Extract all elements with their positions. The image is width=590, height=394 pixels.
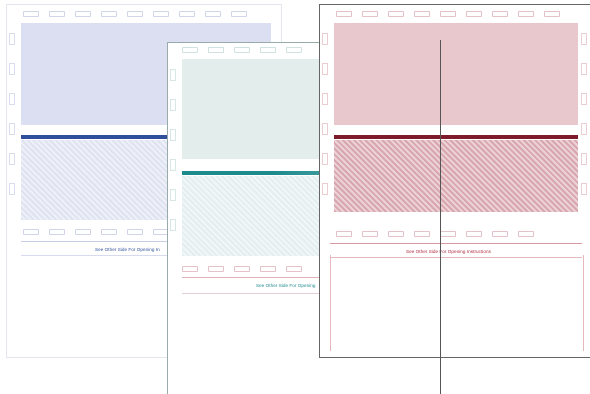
perforation-hole <box>388 11 404 17</box>
security-pattern <box>334 140 578 212</box>
right-hole-column <box>581 33 587 195</box>
side-hole <box>9 183 15 195</box>
perforation-hole <box>466 231 482 237</box>
product-image-stage: See Other Side For Opening In See Other … <box>0 0 590 394</box>
perforation-hole <box>208 266 224 272</box>
side-hole <box>322 183 328 195</box>
perforation-hole <box>362 11 378 17</box>
perforation-hole <box>260 266 276 272</box>
top-hole-row <box>336 11 560 18</box>
side-hole <box>581 123 587 135</box>
perforation-hole <box>414 231 430 237</box>
perforation-hole <box>286 266 302 272</box>
perforation-hole <box>205 11 221 17</box>
perforation-hole <box>466 11 482 17</box>
perforation-hole <box>234 266 250 272</box>
perforation-hole <box>75 11 91 17</box>
left-hole-column <box>9 33 15 195</box>
perforation-hole <box>208 47 224 53</box>
opening-instructions-caption: See Other Side For Opening <box>256 283 316 288</box>
side-hole <box>322 153 328 165</box>
perforation-hole <box>388 231 404 237</box>
side-hole <box>170 219 176 231</box>
perforation-hole <box>49 11 65 17</box>
top-hole-row <box>182 47 302 54</box>
side-hole <box>581 153 587 165</box>
red-check-form: See Other Side For Opening Instructions <box>319 4 590 358</box>
mid-hole-row <box>23 229 169 236</box>
side-hole <box>322 123 328 135</box>
perforation-hole <box>440 231 456 237</box>
left-hole-column <box>322 33 328 195</box>
perforation-hole <box>492 231 508 237</box>
perforation-hole <box>179 11 195 17</box>
side-hole <box>581 93 587 105</box>
margin-guide-line <box>330 255 331 351</box>
opening-instructions-caption: See Other Side For Opening Instructions <box>406 249 491 254</box>
side-hole <box>9 93 15 105</box>
side-hole <box>170 69 176 81</box>
side-hole <box>170 99 176 111</box>
perforation-hole <box>336 11 352 17</box>
side-hole <box>170 159 176 171</box>
side-hole <box>9 123 15 135</box>
opening-instructions-caption: See Other Side For Opening In <box>95 247 160 252</box>
perforation-hole <box>127 11 143 17</box>
perforation-hole <box>544 11 560 17</box>
side-hole <box>170 189 176 201</box>
perforation-hole <box>414 11 430 17</box>
perforation-hole <box>23 11 39 17</box>
perforation-hole <box>440 11 456 17</box>
side-hole <box>322 33 328 45</box>
perforation-hole <box>101 11 117 17</box>
side-hole <box>9 63 15 75</box>
side-hole <box>322 63 328 75</box>
perforation-hole <box>23 229 39 235</box>
perforation-hole <box>75 229 91 235</box>
side-hole <box>581 33 587 45</box>
perforation-hole <box>182 47 198 53</box>
perforation-hole <box>286 47 302 53</box>
color-band <box>334 135 578 139</box>
side-hole <box>9 33 15 45</box>
side-hole <box>9 153 15 165</box>
perforation-hole <box>492 11 508 17</box>
perforation-hole <box>231 11 247 17</box>
perforation-hole <box>182 266 198 272</box>
side-hole <box>170 129 176 141</box>
perforation-hole <box>518 11 534 17</box>
perforation-hole <box>101 229 117 235</box>
perforation-hole <box>518 231 534 237</box>
voucher-panel <box>334 23 578 125</box>
top-hole-row <box>23 11 247 18</box>
side-hole <box>581 63 587 75</box>
perforation-hole <box>49 229 65 235</box>
mid-hole-row <box>336 231 534 238</box>
divider-line <box>330 243 582 244</box>
fold-line <box>440 40 441 394</box>
perforation-hole <box>362 231 378 237</box>
divider-line <box>330 257 582 258</box>
perforation-hole <box>127 229 143 235</box>
perforation-hole <box>260 47 276 53</box>
side-hole <box>322 93 328 105</box>
margin-guide-line <box>583 255 584 351</box>
mid-hole-row <box>182 266 302 273</box>
perforation-hole <box>336 231 352 237</box>
perforation-hole <box>234 47 250 53</box>
left-hole-column <box>170 69 176 231</box>
side-hole <box>581 183 587 195</box>
perforation-hole <box>153 11 169 17</box>
